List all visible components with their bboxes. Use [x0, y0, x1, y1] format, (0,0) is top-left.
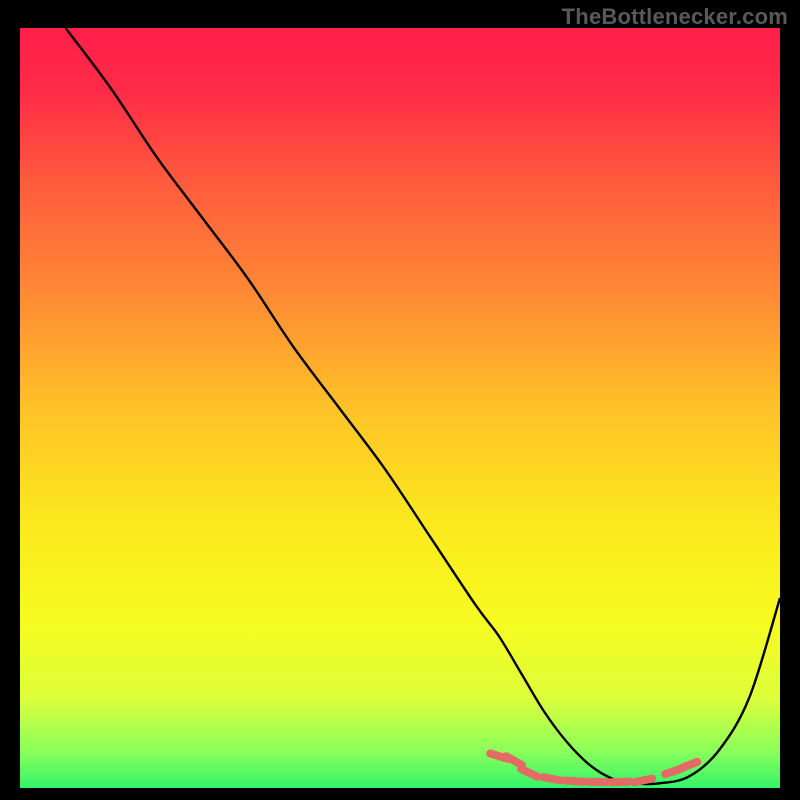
chart-frame [20, 28, 780, 788]
optimal-marker [566, 781, 584, 782]
gradient-background [20, 28, 780, 788]
watermark-text: TheBottlenecker.com [562, 4, 788, 30]
optimal-marker [543, 777, 561, 780]
bottleneck-chart [20, 28, 780, 788]
optimal-marker [611, 782, 629, 783]
optimal-marker [634, 779, 652, 783]
